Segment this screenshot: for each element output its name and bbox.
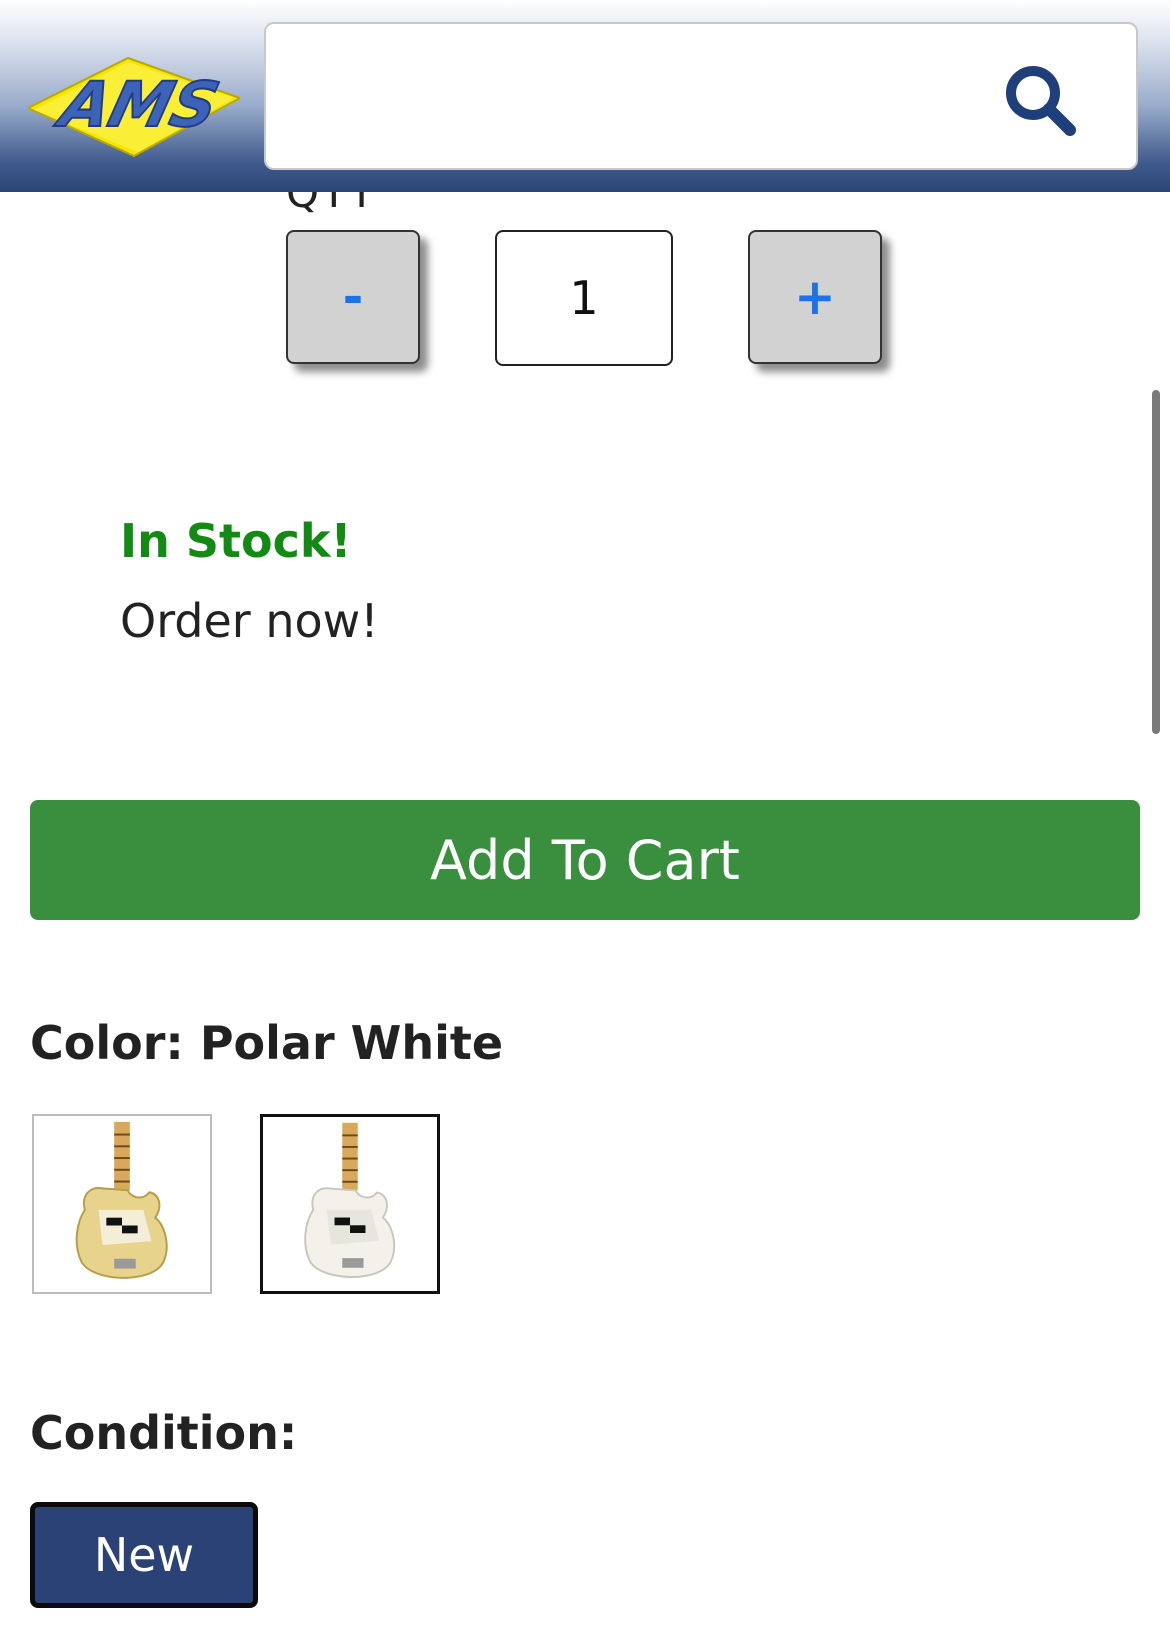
color-swatch-buttercream[interactable] bbox=[32, 1114, 212, 1294]
search-icon[interactable] bbox=[1002, 62, 1078, 138]
qty-input[interactable] bbox=[495, 230, 673, 366]
scrollbar[interactable] bbox=[1152, 390, 1160, 734]
site-header: AMS bbox=[0, 0, 1170, 192]
add-to-cart-button[interactable]: Add To Cart bbox=[30, 800, 1140, 920]
ams-logo[interactable]: AMS bbox=[25, 40, 243, 170]
condition-new-button[interactable]: New bbox=[30, 1502, 258, 1608]
condition-label: Condition: bbox=[30, 1406, 298, 1460]
color-swatch-polar-white[interactable] bbox=[260, 1114, 440, 1294]
stock-status: In Stock! bbox=[120, 514, 352, 568]
bass-guitar-image bbox=[304, 1122, 396, 1278]
search-input[interactable] bbox=[286, 44, 990, 150]
product-page: AMS QTY - + In Stock! Order now! Add To … bbox=[0, 0, 1170, 1648]
bass-guitar-image bbox=[75, 1121, 168, 1279]
color-label: Color: Polar White bbox=[30, 1016, 504, 1070]
qty-decrease-button[interactable]: - bbox=[286, 230, 420, 364]
qty-increase-button[interactable]: + bbox=[748, 230, 882, 364]
logo-text: AMS bbox=[49, 69, 226, 141]
search-bar bbox=[264, 22, 1138, 170]
stock-message: Order now! bbox=[120, 594, 379, 648]
